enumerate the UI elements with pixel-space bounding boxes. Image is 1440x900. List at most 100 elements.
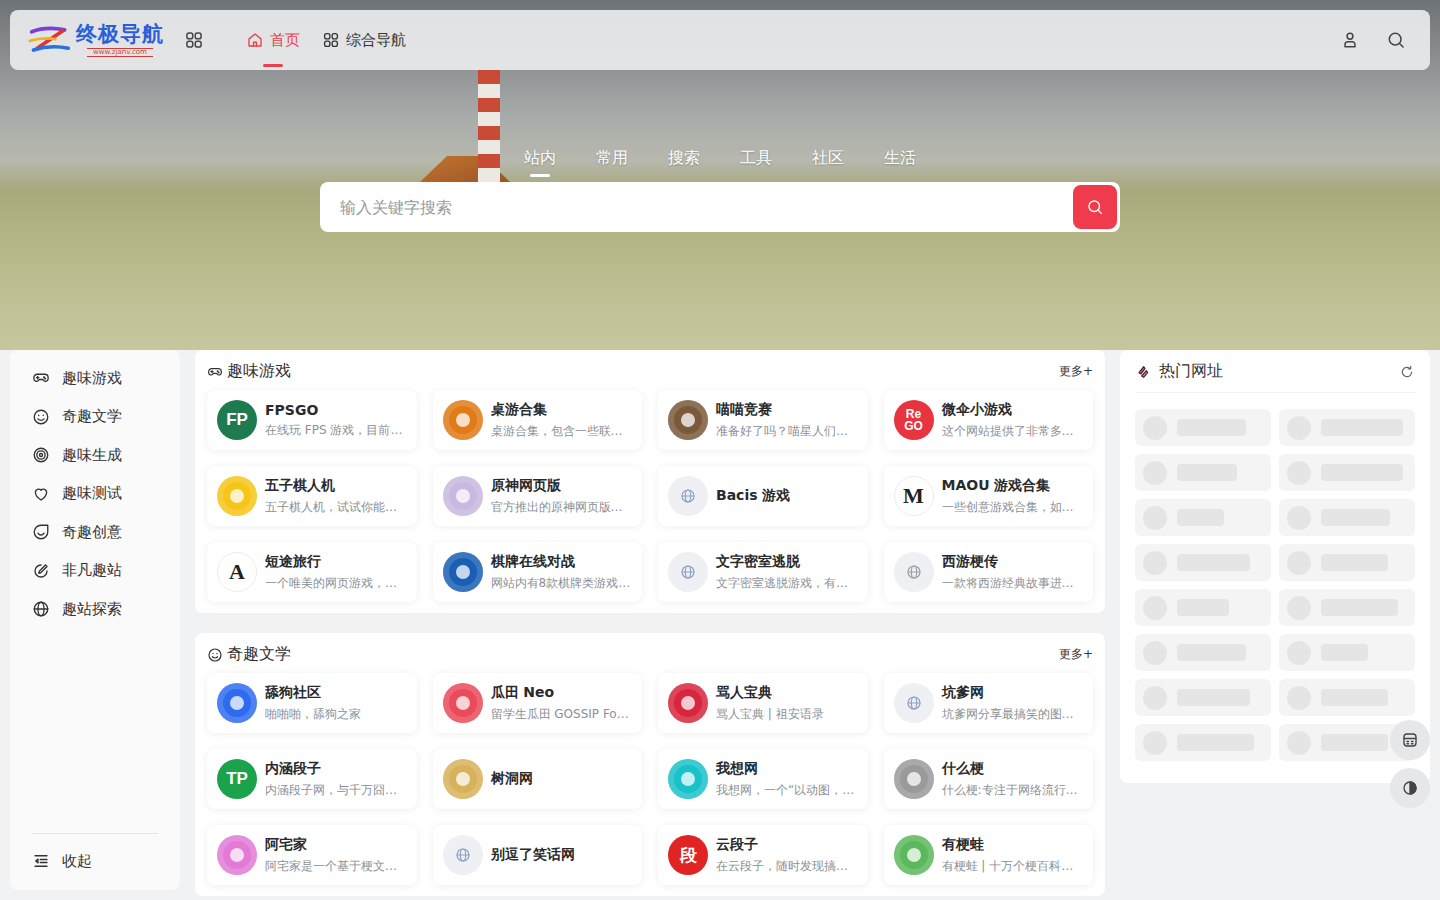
site-description: 五子棋人机，试试你能…	[265, 499, 397, 516]
site-card[interactable]: A短途旅行一个唯美的网页游戏，…	[207, 542, 417, 602]
site-card[interactable]: 棋牌在线对战网站内有8款棋牌类游戏…	[433, 542, 643, 602]
theme-toggle-button[interactable]	[1390, 768, 1430, 808]
site-card[interactable]: 骂人宝典骂人宝典 | 祖安语录	[658, 673, 868, 733]
loading-placeholder	[1279, 544, 1415, 581]
site-name: 阿宅家	[265, 836, 397, 854]
site-logo-icon	[443, 400, 483, 440]
site-description: 什么梗:专注于网络流行…	[942, 782, 1078, 799]
site-description: 在云段子，随时发现搞…	[716, 858, 848, 875]
site-card[interactable]: MMAOU 游戏合集一些创意游戏合集，如…	[884, 466, 1094, 526]
sidebar-item[interactable]: 趣味测试	[10, 475, 180, 514]
site-logo-icon	[668, 400, 708, 440]
site-globe-icon	[668, 476, 708, 516]
site-logo-icon	[443, 683, 483, 723]
active-underline	[263, 64, 283, 67]
site-description: 坑爹网分享最搞笑的图…	[942, 706, 1074, 723]
site-card[interactable]: 别逗了笑话网	[433, 825, 643, 885]
site-card[interactable]: 有梗蛙有梗蛙 | 十万个梗百科…	[884, 825, 1094, 885]
nav-item[interactable]: 首页	[246, 23, 300, 58]
calculator-button[interactable]	[1390, 720, 1430, 760]
site-logo-icon: 段	[668, 835, 708, 875]
site-card[interactable]: 舔狗社区啪啪啪，舔狗之家	[207, 673, 417, 733]
menu-grid-button[interactable]	[178, 24, 210, 56]
site-logo-icon: FP	[217, 400, 257, 440]
globe-icon	[680, 564, 696, 580]
site-card[interactable]: 文字密室逃脱文字密室逃脱游戏，有…	[658, 542, 868, 602]
site-text: FPSGO在线玩 FPS 游戏，目前…	[265, 402, 402, 439]
site-card[interactable]: 原神网页版官方推出的原神网页版…	[433, 466, 643, 526]
search-tab[interactable]: 工具	[740, 144, 772, 179]
search-icon	[1086, 198, 1104, 216]
globe-icon	[906, 695, 922, 711]
search-tab[interactable]: 常用	[596, 144, 628, 179]
site-card[interactable]: Re GO微伞小游戏这个网站提供了非常多…	[884, 390, 1094, 450]
search-tab[interactable]: 生活	[884, 144, 916, 179]
site-logo-icon	[894, 759, 934, 799]
sidebar-item[interactable]: 趣味生成	[10, 436, 180, 475]
globe-icon	[32, 600, 50, 618]
heart-icon	[32, 485, 50, 503]
site-name: 微伞小游戏	[942, 401, 1074, 419]
loading-placeholder	[1135, 679, 1271, 716]
more-link[interactable]: 更多+	[1059, 363, 1093, 380]
sidebar-item[interactable]: 非凡趣站	[10, 552, 180, 591]
search-tab[interactable]: 社区	[812, 144, 844, 179]
site-description: 一款将西游经典故事进…	[942, 575, 1074, 592]
site-card[interactable]: 坑爹网坑爹网分享最搞笑的图…	[884, 673, 1094, 733]
sidebar-item[interactable]: 趣站探索	[10, 590, 180, 629]
site-name: 坑爹网	[942, 684, 1074, 702]
site-description: 内涵段子网，与千万囧…	[265, 782, 397, 799]
site-card[interactable]: 阿宅家阿宅家是一个基于梗文…	[207, 825, 417, 885]
site-card[interactable]: FPFPSGO在线玩 FPS 游戏，目前…	[207, 390, 417, 450]
site-card[interactable]: 西游梗传一款将西游经典故事进…	[884, 542, 1094, 602]
site-card[interactable]: 喵喵竞赛准备好了吗？喵星人们…	[658, 390, 868, 450]
site-logo-icon	[217, 683, 257, 723]
collapse-button[interactable]: 收起	[32, 833, 158, 890]
search-input[interactable]	[323, 198, 1073, 217]
site-card[interactable]: TP内涵段子内涵段子网，与千万囧…	[207, 749, 417, 809]
site-card[interactable]: 五子棋人机五子棋人机，试试你能…	[207, 466, 417, 526]
site-text: 瓜田 Neo留学生瓜田 GOSSIP Fo…	[491, 684, 629, 723]
smile-icon	[32, 408, 50, 426]
hot-sites-panel: 热门网址	[1120, 350, 1430, 783]
site-card[interactable]: 我想网我想网，一个“以动图，…	[658, 749, 868, 809]
site-name: 骂人宝典	[716, 684, 824, 702]
loading-placeholder	[1135, 634, 1271, 671]
site-name: 别逗了笑话网	[491, 846, 575, 864]
logo-title: 终极导航	[76, 24, 164, 45]
nav-item[interactable]: 综合导航	[322, 23, 406, 58]
site-description: 官方推出的原神网页版…	[491, 499, 623, 516]
site-card[interactable]: Bacis 游戏	[658, 466, 868, 526]
site-card[interactable]: 瓜田 Neo留学生瓜田 GOSSIP Fo…	[433, 673, 643, 733]
site-text: MAOU 游戏合集一些创意游戏合集，如…	[942, 477, 1074, 516]
search-tab[interactable]: 站内	[524, 144, 556, 179]
sidebar-item[interactable]: 奇趣创意	[10, 513, 180, 552]
search-button[interactable]	[1380, 24, 1412, 56]
loading-placeholder	[1279, 454, 1415, 491]
sidebar-item[interactable]: 趣味游戏	[10, 359, 180, 398]
calculator-icon	[1401, 731, 1419, 749]
site-grid: FPFPSGO在线玩 FPS 游戏，目前… 桌游合集桌游合集，包含一些联…喵喵竞赛…	[207, 390, 1093, 602]
more-link[interactable]: 更多+	[1059, 646, 1093, 663]
loading-placeholder	[1279, 589, 1415, 626]
site-card[interactable]: 什么梗什么梗:专注于网络流行…	[884, 749, 1094, 809]
main-nav: 首页综合导航	[246, 23, 406, 58]
refresh-icon[interactable]	[1399, 364, 1415, 380]
section-title: 趣味游戏	[207, 361, 291, 382]
sidebar: 趣味游戏奇趣文学趣味生成趣味测试奇趣创意非凡趣站趣站探索收起	[10, 350, 180, 890]
site-description: 文字密室逃脱游戏，有…	[716, 575, 848, 592]
site-card[interactable]: 树洞网	[433, 749, 643, 809]
sidebar-item[interactable]: 奇趣文学	[10, 398, 180, 437]
site-card[interactable]: 桌游合集桌游合集，包含一些联…	[433, 390, 643, 450]
site-text: 文字密室逃脱文字密室逃脱游戏，有…	[716, 553, 848, 592]
search-submit-button[interactable]	[1073, 185, 1117, 229]
grid-icon	[184, 30, 204, 50]
site-card[interactable]: 段云段子在云段子，随时发现搞…	[658, 825, 868, 885]
search-tab[interactable]: 搜索	[668, 144, 700, 179]
loading-placeholder	[1135, 499, 1271, 536]
site-logo[interactable]: 终极导航www.zjanv.com	[28, 24, 164, 57]
site-text: 有梗蛙有梗蛙 | 十万个梗百科…	[942, 836, 1074, 875]
site-globe-icon	[894, 683, 934, 723]
photo-lighthouse	[478, 70, 500, 182]
user-button[interactable]	[1334, 24, 1366, 56]
